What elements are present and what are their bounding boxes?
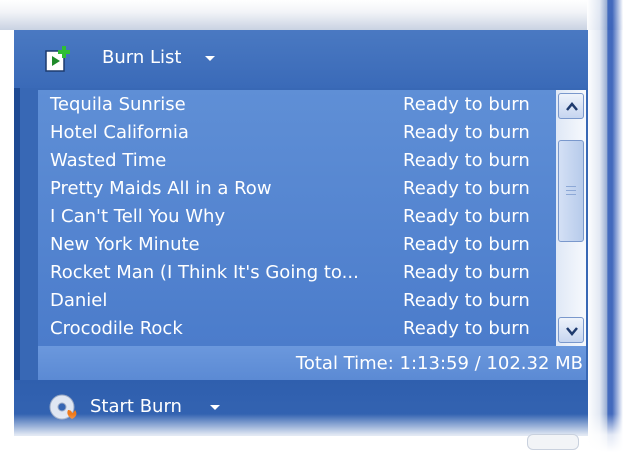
grip-line (566, 186, 576, 187)
scroll-down-button[interactable] (558, 317, 584, 343)
track-title: New York Minute (50, 234, 200, 255)
list-item[interactable]: Rocket Man (I Think It's Going to... Rea… (50, 259, 550, 287)
track-status: Ready to burn (403, 318, 530, 339)
scroll-up-button[interactable] (558, 93, 584, 119)
list-item[interactable]: Pretty Maids All in a Row Ready to burn (50, 175, 550, 203)
track-title: Hotel California (50, 122, 189, 143)
track-status: Ready to burn (403, 206, 530, 227)
track-title: Daniel (50, 290, 108, 311)
scroll-thumb[interactable] (558, 140, 584, 242)
faded-button (527, 434, 579, 450)
burn-list-header (14, 30, 588, 88)
track-title: Tequila Sunrise (50, 94, 186, 115)
chevron-down-icon (566, 327, 578, 336)
chevron-up-icon (566, 102, 578, 111)
track-status: Ready to burn (403, 122, 530, 143)
grip-line (566, 194, 576, 195)
list-item[interactable]: Crocodile Rock Ready to burn (50, 315, 550, 343)
list-item[interactable]: Hotel California Ready to burn (50, 119, 550, 147)
grip-line (566, 190, 576, 191)
track-title: Pretty Maids All in a Row (50, 178, 272, 199)
total-time-label: Total Time: 1:13:59 / 102.32 MB (295, 353, 583, 374)
window-edge (587, 0, 623, 452)
list-item[interactable]: New York Minute Ready to burn (50, 231, 550, 259)
chevron-down-icon[interactable] (205, 56, 215, 61)
track-title: Crocodile Rock (50, 318, 183, 339)
top-fade (0, 0, 623, 30)
list-item[interactable]: Tequila Sunrise Ready to burn (50, 91, 550, 119)
burn-list-dropdown[interactable]: Burn List (102, 47, 181, 68)
track-status: Ready to burn (403, 94, 530, 115)
track-title: Rocket Man (I Think It's Going to... (50, 262, 359, 283)
track-status: Ready to burn (403, 290, 530, 311)
track-status: Ready to burn (403, 178, 530, 199)
chevron-down-icon[interactable] (210, 405, 220, 410)
list-item[interactable]: Daniel Ready to burn (50, 287, 550, 315)
track-status: Ready to burn (403, 234, 530, 255)
list-item[interactable]: Wasted Time Ready to burn (50, 147, 550, 175)
track-status: Ready to burn (403, 262, 530, 283)
list-item[interactable]: I Can't Tell You Why Ready to burn (50, 203, 550, 231)
track-title: Wasted Time (50, 150, 167, 171)
track-status: Ready to burn (403, 150, 530, 171)
track-title: I Can't Tell You Why (50, 206, 226, 227)
add-file-icon[interactable] (44, 44, 74, 74)
